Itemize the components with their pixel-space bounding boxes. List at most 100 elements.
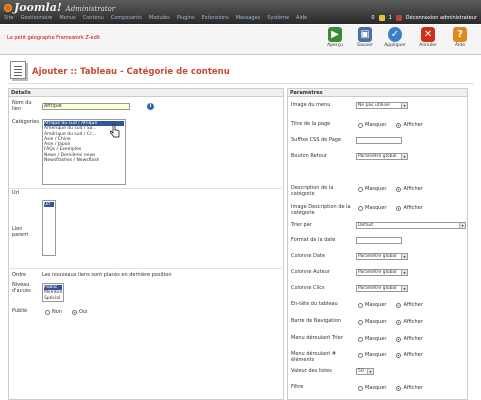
param-label: Bouton Retour xyxy=(291,153,328,159)
param-radio-group: Masquer Afficher xyxy=(358,122,423,128)
cancel-icon: ✕ xyxy=(421,27,435,42)
show-radio[interactable] xyxy=(396,205,402,211)
menu-extensions[interactable]: Extensions xyxy=(202,13,229,23)
param-radio-group: Masquer Afficher xyxy=(358,385,423,391)
param-label: En-tête du tableau xyxy=(291,301,338,307)
chevron-down-icon: ▾ xyxy=(459,223,465,228)
published-radio-group: Non Oui xyxy=(45,309,87,315)
published-yes-radio[interactable] xyxy=(71,309,77,315)
hide-radio[interactable] xyxy=(358,186,363,192)
published-no-radio[interactable] xyxy=(45,309,50,315)
menu-modules[interactable]: Modules xyxy=(149,13,170,23)
param-radio-group: Masquer Afficher xyxy=(358,336,423,342)
access-option[interactable]: Spécial xyxy=(44,296,62,301)
param-label: Description de la catégorie xyxy=(291,185,334,197)
menu-system[interactable]: Système xyxy=(267,13,289,23)
menu-components[interactable]: Composants xyxy=(111,13,142,23)
menu-site[interactable]: Site xyxy=(4,13,14,23)
param-dropdown[interactable]: Défaut ▾ xyxy=(356,222,466,229)
toolbar: Le petit géographe Framework Z-edit ▶ Ap… xyxy=(0,25,481,55)
dropdown-value: Paramètre global xyxy=(358,286,397,291)
hide-label: Masquer xyxy=(365,319,387,325)
hide-label: Masquer xyxy=(365,122,387,128)
help-icon: ? xyxy=(453,27,467,42)
joomla-logo-icon xyxy=(4,4,12,12)
hide-label: Masquer xyxy=(365,352,387,358)
cancel-button[interactable]: ✕ Annuler xyxy=(415,27,441,48)
dropdown-value: Défaut xyxy=(358,223,374,228)
param-label: Filtre xyxy=(291,384,304,390)
menu-menus[interactable]: Menus xyxy=(59,13,75,23)
param-label: Colonne Auteur xyxy=(291,269,330,275)
messages-count[interactable]: 0 xyxy=(371,15,374,21)
chevron-down-icon: ▾ xyxy=(401,103,407,108)
preview-button[interactable]: ▶ Aperçu xyxy=(322,27,348,48)
param-dropdown[interactable]: Ne pas utiliser ▾ xyxy=(356,102,408,109)
param-label: Suffixe CSS de Page xyxy=(291,137,342,143)
chevron-down-icon: ▾ xyxy=(401,154,407,159)
site-name: Le petit géographe Framework Z-edit xyxy=(7,35,101,41)
help-button[interactable]: ? Aide xyxy=(447,27,473,48)
show-label: Afficher xyxy=(403,122,423,128)
access-list[interactable]: Public Membre Spécial xyxy=(42,283,64,302)
menu-help[interactable]: Aide xyxy=(296,13,307,23)
chevron-down-icon: ▾ xyxy=(367,369,373,374)
access-option[interactable]: Membre xyxy=(44,290,62,295)
order-label: Ordre xyxy=(12,272,27,278)
hide-radio[interactable] xyxy=(358,385,363,391)
users-count[interactable]: 1 xyxy=(389,15,392,21)
cancel-label: Annuler xyxy=(419,43,437,48)
url-option[interactable]: Url xyxy=(44,202,54,208)
chevron-down-icon: ▾ xyxy=(401,254,407,259)
hide-radio[interactable] xyxy=(358,336,363,342)
hide-radio[interactable] xyxy=(358,302,363,308)
param-dropdown[interactable]: 50 ▾ xyxy=(356,368,374,375)
help-label: Aide xyxy=(455,43,465,48)
article-icon xyxy=(10,61,26,79)
menu-content[interactable]: Contenu xyxy=(83,13,104,23)
parent-label: Lien parent xyxy=(12,226,29,238)
categories-label: Catégories xyxy=(12,119,39,125)
category-option[interactable]: Newsflashes / Newsflash xyxy=(44,158,124,163)
show-radio[interactable] xyxy=(396,319,402,325)
menu-messages[interactable]: Messages xyxy=(236,13,261,23)
published-yes-label: Oui xyxy=(78,309,88,315)
param-dropdown[interactable]: Paramètre global ▾ xyxy=(356,153,408,160)
param-radio-group: Masquer Afficher xyxy=(358,186,423,192)
logout-link[interactable]: Déconnexion administrateur xyxy=(406,15,477,21)
menu-manager[interactable]: Gestionnaire xyxy=(21,13,53,23)
param-dropdown[interactable]: Paramètre global ▾ xyxy=(356,269,408,276)
show-label: Afficher xyxy=(403,205,423,211)
order-text: Les nouveaux liens sont placés en derniè… xyxy=(42,272,172,278)
param-input[interactable] xyxy=(356,237,402,244)
dropdown-value: 50 xyxy=(358,369,364,374)
page-title: Ajouter :: Tableau - Catégorie de conten… xyxy=(32,67,230,77)
show-radio[interactable] xyxy=(396,302,402,308)
param-dropdown[interactable]: Paramètre global ▾ xyxy=(356,253,408,260)
hide-radio[interactable] xyxy=(358,205,363,211)
hide-radio[interactable] xyxy=(358,352,363,358)
chevron-down-icon: ▾ xyxy=(401,270,407,275)
url-list[interactable]: Url xyxy=(42,200,56,256)
name-input[interactable]: Afrique xyxy=(42,103,130,110)
show-radio[interactable] xyxy=(396,352,402,358)
show-radio[interactable] xyxy=(396,122,402,128)
hide-label: Masquer xyxy=(365,385,387,391)
param-dropdown[interactable]: Paramètre global ▾ xyxy=(356,285,408,292)
info-icon[interactable]: i xyxy=(147,103,154,110)
hide-radio[interactable] xyxy=(358,122,363,128)
param-input[interactable] xyxy=(356,137,402,144)
save-button[interactable]: ▣ Sauver xyxy=(352,27,378,48)
param-label: Menu déroulant Trier xyxy=(291,335,343,341)
show-radio[interactable] xyxy=(396,385,402,391)
hide-label: Masquer xyxy=(365,336,387,342)
menu-plugins[interactable]: Plugins xyxy=(177,13,195,23)
param-label: Menu déroulant # éléments xyxy=(291,351,337,363)
show-radio[interactable] xyxy=(396,186,402,192)
apply-button[interactable]: ✓ Appliquer xyxy=(382,27,408,48)
param-label: Colonne Clics xyxy=(291,285,325,291)
show-radio[interactable] xyxy=(396,336,402,342)
hide-radio[interactable] xyxy=(358,319,363,325)
param-label: Format de la date xyxy=(291,237,336,243)
param-label: Colonne Date xyxy=(291,253,325,259)
